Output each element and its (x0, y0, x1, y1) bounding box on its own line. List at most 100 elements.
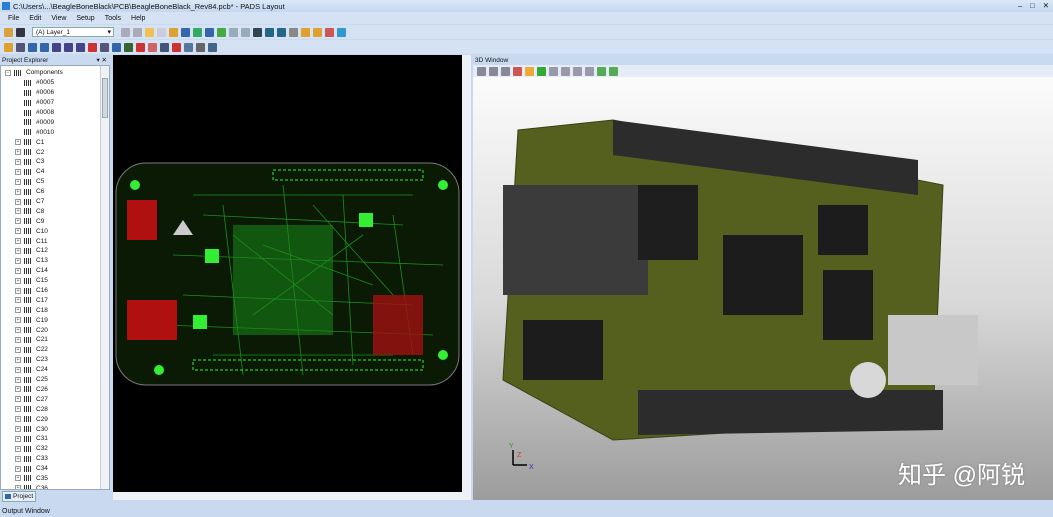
add-via-icon[interactable] (40, 43, 49, 52)
expand-icon[interactable]: + (15, 268, 21, 274)
expand-icon[interactable]: + (15, 288, 21, 294)
layer-select[interactable]: (A) Layer_1 (32, 27, 114, 37)
tree-item[interactable]: #0006 (5, 88, 109, 98)
expand-icon[interactable]: + (15, 466, 21, 472)
tree-item[interactable]: +C13 (5, 256, 109, 266)
flip-icon[interactable] (76, 43, 85, 52)
cluster-icon[interactable] (172, 43, 181, 52)
tree-item[interactable]: +C29 (5, 414, 109, 424)
menu-view[interactable]: View (51, 15, 66, 22)
3d-pan-icon[interactable] (609, 67, 618, 76)
output-window-header[interactable]: Output Window (0, 505, 1053, 517)
3d-measure-icon[interactable] (513, 67, 522, 76)
design-toolbar-icon[interactable] (169, 28, 178, 37)
hatch-icon[interactable] (148, 43, 157, 52)
tree-item[interactable]: +C12 (5, 246, 109, 256)
3d-view-back-icon[interactable] (561, 67, 570, 76)
routing-icon[interactable] (145, 28, 154, 37)
pcb-horizontal-scrollbar[interactable] (113, 492, 471, 500)
explorer-scrollbar[interactable] (100, 66, 109, 489)
tree-item[interactable]: #0009 (5, 117, 109, 127)
select-mode-icon[interactable] (301, 28, 310, 37)
expand-icon[interactable]: + (15, 327, 21, 333)
menu-setup[interactable]: Setup (76, 15, 94, 22)
tree-item[interactable]: +C23 (5, 355, 109, 365)
expand-icon[interactable]: + (15, 416, 21, 422)
open-icon[interactable] (4, 28, 13, 37)
dimension-icon[interactable] (181, 28, 190, 37)
cam-icon[interactable] (277, 28, 286, 37)
tree-item[interactable]: +C5 (5, 177, 109, 187)
tree-item[interactable]: #0010 (5, 127, 109, 137)
tree-item[interactable]: +C27 (5, 394, 109, 404)
redo-icon[interactable] (241, 28, 250, 37)
tree-item[interactable]: +C8 (5, 206, 109, 216)
zoom-icon[interactable] (253, 28, 262, 37)
layout-icon[interactable] (313, 28, 322, 37)
tree-item[interactable]: +C14 (5, 266, 109, 276)
tree-item[interactable]: +C31 (5, 434, 109, 444)
3d-layer-icon[interactable] (537, 67, 546, 76)
tree-item[interactable]: +C35 (5, 474, 109, 484)
maximize-button[interactable]: □ (1030, 1, 1035, 10)
tree-item[interactable]: +C2 (5, 147, 109, 157)
plane-icon[interactable] (160, 43, 169, 52)
flood-icon[interactable] (136, 43, 145, 52)
expand-icon[interactable]: + (15, 406, 21, 412)
3d-open-icon[interactable] (477, 67, 486, 76)
array-icon[interactable] (196, 43, 205, 52)
expand-icon[interactable]: + (15, 149, 21, 155)
expand-icon[interactable]: + (15, 238, 21, 244)
3d-rotate-icon[interactable] (597, 67, 606, 76)
union-icon[interactable] (184, 43, 193, 52)
tree-item[interactable]: +C4 (5, 167, 109, 177)
tree-item[interactable]: +C19 (5, 315, 109, 325)
expand-icon[interactable]: + (15, 218, 21, 224)
tree-item[interactable]: +C30 (5, 424, 109, 434)
expand-icon[interactable]: + (15, 396, 21, 402)
tree-item[interactable]: +C18 (5, 305, 109, 315)
expand-icon[interactable]: + (15, 426, 21, 432)
menu-file[interactable]: File (8, 15, 19, 22)
ecO-icon[interactable] (193, 28, 202, 37)
expand-icon[interactable]: + (15, 208, 21, 214)
tree-item[interactable]: +C10 (5, 226, 109, 236)
tree-item[interactable]: +C21 (5, 335, 109, 345)
expand-icon[interactable]: + (15, 347, 21, 353)
3d-copy-icon[interactable] (489, 67, 498, 76)
hyperlynx-icon[interactable] (325, 28, 334, 37)
minimize-button[interactable]: – (1018, 1, 1022, 10)
expand-icon[interactable]: + (15, 179, 21, 185)
collapse-icon[interactable]: − (5, 70, 11, 76)
tree-item[interactable]: +C20 (5, 325, 109, 335)
3d-view-front-icon[interactable] (549, 67, 558, 76)
expand-icon[interactable]: + (15, 139, 21, 145)
tab-project[interactable]: Project (2, 491, 36, 502)
delete-icon[interactable] (88, 43, 97, 52)
expand-icon[interactable]: + (15, 297, 21, 303)
3d-view-icon[interactable] (337, 28, 346, 37)
menu-tools[interactable]: Tools (105, 15, 121, 22)
tree-item[interactable]: +C17 (5, 295, 109, 305)
tree-item[interactable]: +C1 (5, 137, 109, 147)
expand-icon[interactable]: + (15, 159, 21, 165)
tree-item[interactable]: +C6 (5, 187, 109, 197)
expand-icon[interactable]: + (15, 337, 21, 343)
tree-item[interactable]: +C22 (5, 345, 109, 355)
3d-view-top-icon[interactable] (573, 67, 582, 76)
menu-edit[interactable]: Edit (29, 15, 41, 22)
expand-icon[interactable]: + (15, 199, 21, 205)
expand-icon[interactable]: + (15, 189, 21, 195)
tree-item[interactable]: #0005 (5, 78, 109, 88)
expand-icon[interactable]: + (15, 169, 21, 175)
expand-icon[interactable]: + (15, 258, 21, 264)
expand-icon[interactable]: + (15, 307, 21, 313)
select-icon[interactable] (4, 43, 13, 52)
tree-item[interactable]: +C26 (5, 385, 109, 395)
tree-root-components[interactable]: −Components (5, 68, 109, 78)
tree-item[interactable]: +C28 (5, 404, 109, 414)
expand-icon[interactable]: + (15, 367, 21, 373)
tree-item[interactable]: +C24 (5, 365, 109, 375)
tree-item[interactable]: #0007 (5, 98, 109, 108)
3d-warning-icon[interactable] (525, 67, 534, 76)
